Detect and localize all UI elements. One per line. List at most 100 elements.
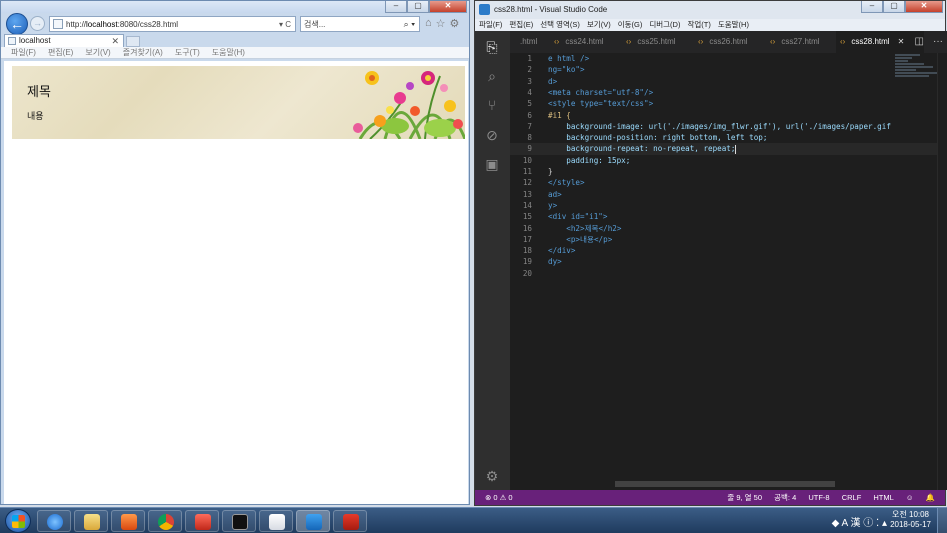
tray-icons[interactable]: ◆ A 漢 ⓘ ⁚ ▴ [832, 514, 887, 529]
taskbar-chrome[interactable] [148, 510, 182, 532]
code-text[interactable]: } [548, 166, 553, 177]
taskbar-media-player[interactable] [111, 510, 145, 532]
extensions-icon[interactable]: ▣ [484, 156, 500, 172]
code-text[interactable]: <meta charset="utf-8"/> [548, 87, 653, 98]
cursor-position[interactable]: 줄 9, 열 50 [727, 493, 762, 502]
favorites-star-icon[interactable]: ☆ [436, 17, 446, 30]
address-bar[interactable]: http://localhost:8080/css28.html ▾ C [49, 16, 296, 32]
code-text[interactable]: #i1 { [548, 110, 571, 121]
problems-indicator[interactable]: ⊗ 0 ⚠ 0 [475, 493, 727, 502]
menu-favorites[interactable]: 즐겨찾기(A) [123, 47, 163, 58]
tab-css28[interactable]: ‹› css28.html ✕ [836, 31, 924, 53]
taskbar-filezilla[interactable] [333, 510, 367, 532]
taskbar-app-red[interactable] [185, 510, 219, 532]
menu-edit[interactable]: 편집(E) [509, 19, 533, 31]
code-line[interactable]: 14 y> [510, 200, 947, 211]
tab-css27[interactable]: ‹› css27.html [766, 31, 820, 53]
new-tab-button[interactable] [126, 36, 140, 47]
maximize-button[interactable]: ▢ [883, 1, 905, 13]
search-box[interactable]: 검색... ⌕ ▾ [300, 16, 420, 32]
source-control-icon[interactable]: ⑂ [484, 97, 500, 113]
tab-close-icon[interactable]: ✕ [898, 37, 905, 46]
tab-close-icon[interactable]: ✕ [111, 35, 119, 47]
code-line[interactable]: 2 ng="ko"> [510, 64, 947, 75]
search-icon[interactable]: ⌕ ▾ [404, 19, 419, 30]
code-line[interactable]: 7 background-image: url('./images/img_fl… [510, 121, 947, 132]
horizontal-scrollbar[interactable] [615, 481, 835, 487]
search-placeholder[interactable]: 검색... [301, 19, 404, 30]
menu-debug[interactable]: 디버그(D) [649, 19, 680, 31]
tab-localhost[interactable]: localhost ✕ [4, 34, 124, 47]
code-line[interactable]: 6 #i1 { [510, 110, 947, 121]
menu-view[interactable]: 보기(V) [587, 19, 611, 31]
debug-icon[interactable]: ⊘ [484, 127, 500, 143]
notifications-bell-icon[interactable]: 🔔 [926, 493, 935, 502]
menu-selection[interactable]: 선택 영역(S) [540, 19, 580, 31]
minimap[interactable] [895, 54, 937, 84]
menu-file[interactable]: 파일(F) [479, 19, 502, 31]
code-line[interactable]: 5 <style type="text/css"> [510, 98, 947, 109]
code-line[interactable]: 18 </div> [510, 245, 947, 256]
code-line-current[interactable]: 9 background-repeat: no-repeat, repeat; [510, 143, 947, 155]
back-button[interactable]: ← [6, 13, 28, 35]
menu-file[interactable]: 파일(F) [11, 47, 36, 58]
code-text[interactable]: <p>내용</p> [548, 234, 612, 245]
start-button[interactable] [5, 509, 31, 533]
explorer-icon[interactable]: ⎘ [484, 39, 500, 55]
code-text[interactable]: background-position: right bottom, left … [548, 132, 767, 143]
menu-edit[interactable]: 편집(E) [48, 47, 73, 58]
url-text[interactable]: http://localhost:8080/css28.html [66, 20, 279, 29]
code-line[interactable]: 10 padding: 15px; [510, 155, 947, 166]
taskbar-java[interactable] [259, 510, 293, 532]
tab-css26[interactable]: ‹› css26.html [694, 31, 748, 53]
address-tools-icon[interactable]: ▾ C [279, 20, 295, 29]
encoding[interactable]: UTF-8 [808, 493, 829, 502]
menu-view[interactable]: 보기(V) [85, 47, 110, 58]
code-line[interactable]: 13 ad> [510, 189, 947, 200]
code-text[interactable]: d> [548, 76, 557, 87]
minimize-button[interactable]: – [385, 1, 407, 13]
show-desktop-button[interactable] [937, 508, 947, 533]
code-line[interactable]: 15 <div id="i1"> [510, 211, 947, 222]
home-icon[interactable]: ⌂ [425, 17, 432, 30]
menu-help[interactable]: 도움말(H) [212, 47, 245, 58]
code-text[interactable]: ng="ko"> [548, 64, 585, 75]
minimize-button[interactable]: – [861, 1, 883, 13]
tab-css25[interactable]: ‹› css25.html [622, 31, 676, 53]
code-line[interactable]: 1 e html /> [510, 53, 947, 64]
maximize-button[interactable]: ▢ [407, 1, 429, 13]
code-text[interactable]: background-repeat: no-repeat, repeat; [548, 143, 737, 154]
gear-icon[interactable]: ⚙ [450, 17, 460, 30]
code-text[interactable]: </div> [548, 245, 575, 256]
code-line[interactable]: 12 </style> [510, 177, 947, 188]
line-ending[interactable]: CRLF [842, 493, 862, 502]
menu-help[interactable]: 도움말(H) [718, 19, 749, 31]
close-button[interactable]: ✕ [905, 1, 943, 13]
system-tray[interactable]: ◆ A 漢 ⓘ ⁚ ▴ [832, 514, 887, 529]
search-icon[interactable]: ⌕ [484, 68, 500, 84]
code-text[interactable]: <h2>제목</h2> [548, 223, 621, 234]
taskbar-explorer[interactable] [74, 510, 108, 532]
vertical-scrollbar[interactable] [937, 53, 947, 490]
indentation[interactable]: 공백: 4 [774, 493, 796, 502]
code-text[interactable]: dy> [548, 256, 562, 267]
close-button[interactable]: ✕ [429, 1, 467, 13]
code-text[interactable]: padding: 15px; [548, 155, 630, 166]
code-text[interactable]: <div id="i1"> [548, 211, 607, 222]
code-line[interactable]: 19 dy> [510, 256, 947, 267]
code-line[interactable]: 8 background-position: right bottom, lef… [510, 132, 947, 143]
code-text[interactable]: e html /> [548, 53, 589, 64]
feedback-smiley-icon[interactable]: ☺ [906, 493, 914, 502]
clock[interactable]: 오전 10:08 2018-05-17 [890, 510, 931, 530]
forward-button[interactable]: → [30, 16, 45, 31]
taskbar-ie[interactable] [37, 510, 71, 532]
more-actions-icon[interactable]: ··· [933, 31, 943, 53]
code-line[interactable]: 17 <p>내용</p> [510, 234, 947, 245]
tab-css24[interactable]: ‹› css24.html [550, 31, 604, 53]
code-text[interactable]: </style> [548, 177, 585, 188]
code-line[interactable]: 3 d> [510, 76, 947, 87]
code-line[interactable]: 20 [510, 268, 947, 279]
code-line[interactable]: 11} [510, 166, 947, 177]
menu-go[interactable]: 이동(G) [618, 19, 643, 31]
split-editor-icon[interactable]: ◫ [915, 31, 924, 53]
